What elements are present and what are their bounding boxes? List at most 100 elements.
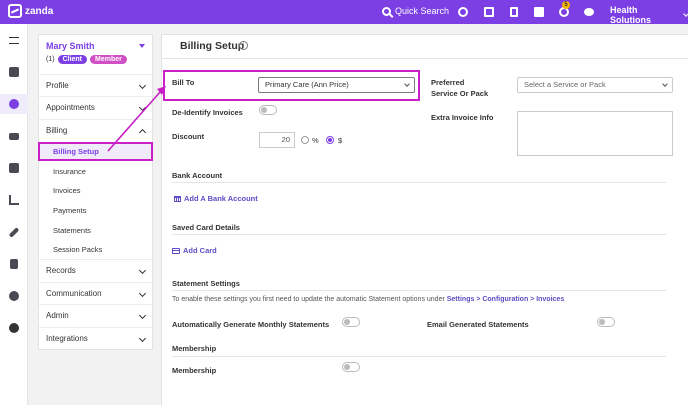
preferred-label-line2: Service Or Pack [431, 89, 489, 98]
sidebar-subitem-invoices[interactable]: Invoices [39, 181, 154, 200]
add-bank-account-label: Add A Bank Account [184, 194, 258, 203]
rail-reports[interactable] [0, 158, 28, 178]
sidebar-subitem-statements[interactable]: Statements [39, 221, 154, 240]
sidebar-item-appointments[interactable]: Appointments [39, 96, 154, 118]
hamburger-icon [9, 36, 19, 44]
sidebar-item-profile[interactable]: Profile [39, 74, 154, 96]
sidebar-item-label: Records [46, 266, 76, 275]
auto-monthly-label: Automatically Generate Monthly Statement… [172, 320, 330, 329]
bank-divider [172, 182, 666, 183]
calendar-icon [9, 67, 19, 77]
deidentify-label: De-Identify Invoices [172, 108, 243, 117]
zanda-logo[interactable]: zanda [8, 4, 53, 18]
add-bank-account-link[interactable]: Add A Bank Account [174, 194, 258, 203]
sidebar-item-label: Admin [46, 311, 69, 320]
chevron-down-icon [138, 311, 147, 320]
preferred-service-select[interactable]: Select a Service or Pack [517, 77, 673, 93]
preferred-service-placeholder: Select a Service or Pack [524, 80, 606, 89]
discount-percent-radio[interactable] [301, 136, 309, 144]
sidebar-item-integrations[interactable]: Integrations [39, 327, 154, 349]
auto-monthly-toggle[interactable] [342, 317, 360, 327]
discount-dollar-radio[interactable] [326, 136, 334, 144]
info-icon[interactable]: i [239, 41, 248, 50]
sidebar-item-communication[interactable]: Communication [39, 282, 154, 304]
sidebar-item-label: Appointments [46, 103, 95, 112]
client-count: (1) [46, 56, 55, 63]
bank-account-heading: Bank Account [172, 171, 223, 180]
money-icon [9, 132, 19, 140]
help-icon [9, 323, 19, 333]
chevron-down-icon [683, 11, 688, 17]
sidebar-item-billing[interactable]: Billing [39, 119, 154, 141]
add-card-link[interactable]: Add Card [172, 246, 217, 255]
discount-label: Discount [172, 132, 205, 141]
title-divider [162, 58, 688, 59]
chevron-down-icon [138, 266, 147, 275]
page-title: Billing Setup [180, 40, 245, 52]
sidebar-item-admin[interactable]: Admin [39, 304, 154, 326]
email-statements-label: Email Generated Statements [427, 320, 529, 329]
sidebar-subitem-payments[interactable]: Payments [39, 201, 154, 220]
gear-icon [9, 291, 19, 301]
member-tag: Member [90, 55, 127, 64]
sidebar-subitem-session-packs[interactable]: Session Packs [39, 240, 154, 259]
membership-toggle[interactable] [342, 362, 360, 372]
card-divider [172, 234, 666, 235]
menu-icon[interactable] [0, 30, 28, 50]
sidebar-subitem-label: Statements [53, 226, 91, 235]
rail-billing[interactable] [0, 126, 28, 146]
rail-calendar[interactable] [0, 62, 28, 82]
calendar-icon[interactable] [534, 7, 544, 17]
extra-info-label: Extra Invoice Info [431, 113, 494, 122]
org-name: Health Solutions [610, 5, 651, 25]
sidebar-subitem-label: Payments [53, 206, 87, 215]
chevron-down-icon [662, 81, 668, 87]
sidebar-item-label: Profile [46, 81, 69, 90]
saved-card-heading: Saved Card Details [172, 223, 240, 232]
extra-info-textarea[interactable] [517, 111, 673, 156]
deidentify-toggle[interactable] [259, 105, 277, 115]
chevron-down-icon [138, 334, 147, 343]
chart-icon [9, 195, 19, 205]
chevron-down-icon [138, 103, 147, 112]
clipboard-icon[interactable] [510, 7, 518, 17]
sidebar-subitem-label: Insurance [53, 167, 86, 176]
document-icon [10, 259, 18, 269]
top-bar: zanda Quick Search 5 Health Solutions [0, 0, 688, 25]
rail-tools[interactable] [0, 222, 28, 242]
email-statements-toggle[interactable] [597, 317, 615, 327]
rail-settings[interactable] [0, 286, 28, 306]
membership-label: Membership [172, 366, 217, 375]
quick-search[interactable]: Quick Search [382, 6, 449, 16]
bank-icon [174, 195, 181, 202]
wrench-icon [8, 226, 20, 238]
org-switcher[interactable]: Health Solutions [610, 5, 688, 25]
dollar-label: $ [338, 136, 343, 145]
sidebar-subitem-insurance[interactable]: Insurance [39, 162, 154, 181]
rail-clients[interactable] [0, 94, 28, 114]
rail-help[interactable] [0, 318, 28, 338]
rail-analytics[interactable] [0, 190, 28, 210]
search-icon [382, 6, 391, 16]
chat-icon[interactable] [584, 8, 594, 16]
billing-setup-highlight [38, 142, 153, 161]
report-icon [9, 163, 19, 173]
chevron-up-icon [138, 128, 147, 137]
chevron-down-icon[interactable] [139, 44, 145, 48]
sidebar-item-label: Billing [46, 126, 68, 135]
zanda-logo-icon [8, 4, 22, 18]
client-name[interactable]: Mary Smith [46, 41, 95, 51]
statement-settings-heading: Statement Settings [172, 279, 240, 288]
contact-card-icon[interactable] [484, 7, 494, 17]
statement-help-text: To enable these settings you first need … [172, 296, 564, 303]
rail-documents[interactable] [0, 254, 28, 274]
discount-input[interactable]: 20 [259, 132, 295, 148]
sidebar-item-label: Integrations [46, 334, 88, 343]
bill-to-highlight [163, 70, 420, 101]
users-icon [9, 99, 19, 109]
sidebar-item-records[interactable]: Records [39, 259, 154, 281]
sidebar-item-label: Communication [46, 289, 102, 298]
gear-icon[interactable] [458, 7, 468, 17]
statement-settings-link[interactable]: Settings > Configuration > Invoices [447, 296, 564, 303]
credit-card-icon [172, 247, 180, 254]
